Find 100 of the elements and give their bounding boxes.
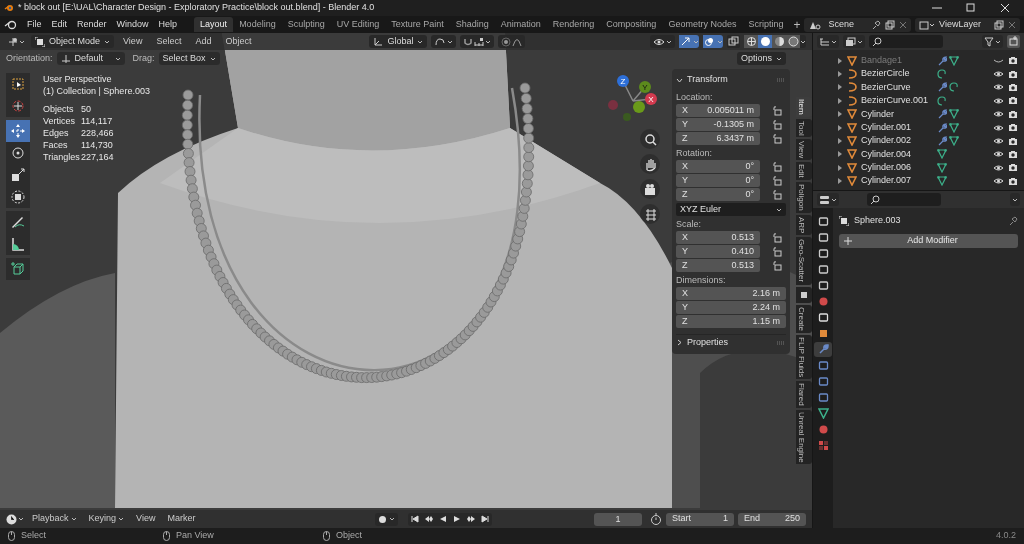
tool-button[interactable] xyxy=(6,258,30,280)
end-frame-field[interactable]: End 250 xyxy=(738,512,806,526)
lock-icon[interactable] xyxy=(772,260,782,271)
outliner-row[interactable]: Cylinder.006 xyxy=(837,161,1018,175)
search-field[interactable] xyxy=(867,193,941,206)
mode-dropdown[interactable]: Object Mode xyxy=(31,35,115,48)
sidebar-tab[interactable]: FLIP Fluids xyxy=(796,334,812,379)
proportional-edit-button[interactable] xyxy=(498,35,526,48)
shading-mode-button[interactable] xyxy=(772,35,786,48)
number-field[interactable]: Z 1.15 m xyxy=(676,315,786,328)
camera-icon[interactable] xyxy=(1008,176,1018,186)
workspace-tab[interactable]: Sculpting xyxy=(281,17,331,32)
eye-icon[interactable] xyxy=(993,96,1004,105)
number-field[interactable]: Y -0.1305 m xyxy=(676,118,760,131)
lock-icon[interactable] xyxy=(772,189,782,200)
lock-icon[interactable] xyxy=(772,105,782,116)
pin-icon[interactable] xyxy=(1008,216,1018,226)
orientation-dropdown[interactable]: Default xyxy=(56,52,125,65)
tool-button[interactable] xyxy=(6,120,30,142)
options-dropdown[interactable] xyxy=(1010,193,1020,206)
search-field[interactable] xyxy=(869,35,943,48)
camera-icon[interactable] xyxy=(1008,56,1018,66)
menu-item[interactable]: Help xyxy=(153,17,183,32)
menu-item[interactable]: Add xyxy=(190,34,217,49)
overlays-button[interactable] xyxy=(703,35,723,48)
eye-icon[interactable] xyxy=(993,163,1004,172)
editor-type-button[interactable] xyxy=(6,35,27,48)
current-frame-field[interactable]: 1 xyxy=(594,512,642,526)
outliner-row[interactable]: Cylinder.007 xyxy=(837,174,1018,188)
workspace-tab[interactable]: Modeling xyxy=(233,17,282,32)
sidebar-tab[interactable]: Edit xyxy=(796,162,812,181)
eye-icon[interactable] xyxy=(993,177,1004,186)
hand-button[interactable] xyxy=(640,154,660,174)
number-field[interactable]: Z 0° xyxy=(676,188,760,201)
add-modifier-button[interactable]: Add Modifier xyxy=(839,234,1018,248)
lock-icon[interactable] xyxy=(772,232,782,243)
tool-button[interactable] xyxy=(6,186,30,208)
menu-item[interactable]: Playback xyxy=(28,512,81,526)
eye-icon[interactable] xyxy=(993,110,1004,119)
workspace-tab[interactable]: Geometry Nodes xyxy=(662,17,743,32)
editor-type-button[interactable] xyxy=(817,193,839,206)
number-field[interactable]: Y 0° xyxy=(676,174,760,187)
number-field[interactable]: Z 0.513 xyxy=(676,259,760,272)
workspace-tab[interactable]: Scripting xyxy=(742,17,790,32)
sidebar-tab[interactable]: Create xyxy=(796,304,812,333)
camera-icon[interactable] xyxy=(1008,82,1018,92)
menu-item[interactable]: Object xyxy=(220,34,257,49)
sidebar-tab[interactable]: Poligon xyxy=(796,182,812,213)
workspace-tab[interactable]: Animation xyxy=(494,17,547,32)
lock-icon[interactable] xyxy=(772,161,782,172)
outliner-row[interactable]: Cylinder.002 xyxy=(837,134,1018,148)
workspace-tab[interactable]: UV Editing xyxy=(330,17,386,32)
menu-item[interactable]: Keying xyxy=(84,512,129,526)
tool-button[interactable] xyxy=(6,211,30,233)
pivot-button[interactable] xyxy=(431,35,457,48)
number-field[interactable]: X 0.513 xyxy=(676,231,760,244)
options-dropdown[interactable]: Options xyxy=(736,52,786,65)
snap-button[interactable] xyxy=(460,35,495,48)
view-layer-selector[interactable]: ViewLayer xyxy=(915,17,1020,32)
xray-icon[interactable] xyxy=(727,35,740,48)
outliner-row[interactable]: Cylinder.004 xyxy=(837,147,1018,162)
shading-mode-button[interactable] xyxy=(758,35,772,48)
menu-item[interactable]: Marker xyxy=(163,512,200,526)
sidebar-tab[interactable]: Unreal Engine xyxy=(796,409,812,465)
eye-icon[interactable] xyxy=(993,83,1004,92)
eye-icon[interactable] xyxy=(993,123,1004,132)
outliner-row[interactable]: BezierCurve xyxy=(837,80,1018,95)
menu-item[interactable]: Window xyxy=(111,17,154,32)
lock-icon[interactable] xyxy=(772,133,782,144)
scene-selector[interactable]: Scene xyxy=(804,17,912,32)
workspace-tab[interactable]: Rendering xyxy=(546,17,601,32)
panel-header[interactable]: Properties xyxy=(676,334,786,350)
camera-icon[interactable] xyxy=(1008,149,1018,159)
add-workspace-button[interactable]: + xyxy=(789,15,805,34)
camera-icon[interactable] xyxy=(1008,69,1018,79)
start-frame-field[interactable]: Start 1 xyxy=(666,512,734,526)
outliner-row[interactable]: BezierCurve.001 xyxy=(837,94,1018,108)
lock-icon[interactable] xyxy=(772,119,782,130)
eye-icon[interactable] xyxy=(993,70,1004,79)
sidebar-tab[interactable]: ARP xyxy=(796,214,812,236)
drag-dropdown[interactable]: Select Box xyxy=(158,52,220,65)
gizmo-toggle[interactable] xyxy=(679,35,699,48)
orientation-dropdown[interactable]: Global xyxy=(369,35,428,48)
visibility-button[interactable] xyxy=(650,35,675,48)
workspace-tab[interactable]: Texture Paint xyxy=(385,17,450,32)
blender-menu-icon[interactable] xyxy=(4,18,18,31)
menu-item[interactable]: Select xyxy=(151,34,187,49)
number-field[interactable]: X 2.16 m xyxy=(676,287,786,300)
camera-icon[interactable] xyxy=(1008,136,1018,146)
rotation-mode-dropdown[interactable]: XYZ Euler xyxy=(676,203,786,216)
sidebar-tab[interactable]: Geo-Scatter xyxy=(796,237,812,285)
new-collection-icon[interactable] xyxy=(1007,35,1020,48)
sidebar-tab[interactable]: Flared xyxy=(796,380,812,408)
workspace-tab[interactable]: Layout xyxy=(194,17,234,32)
camera-icon[interactable] xyxy=(1008,123,1018,133)
sidebar-tab[interactable]: Tool xyxy=(796,118,812,138)
editor-type-button[interactable] xyxy=(6,513,24,525)
number-field[interactable]: Z 6.3437 m xyxy=(676,132,760,145)
camera-icon[interactable] xyxy=(1008,109,1018,119)
menu-item[interactable]: File xyxy=(22,17,47,32)
